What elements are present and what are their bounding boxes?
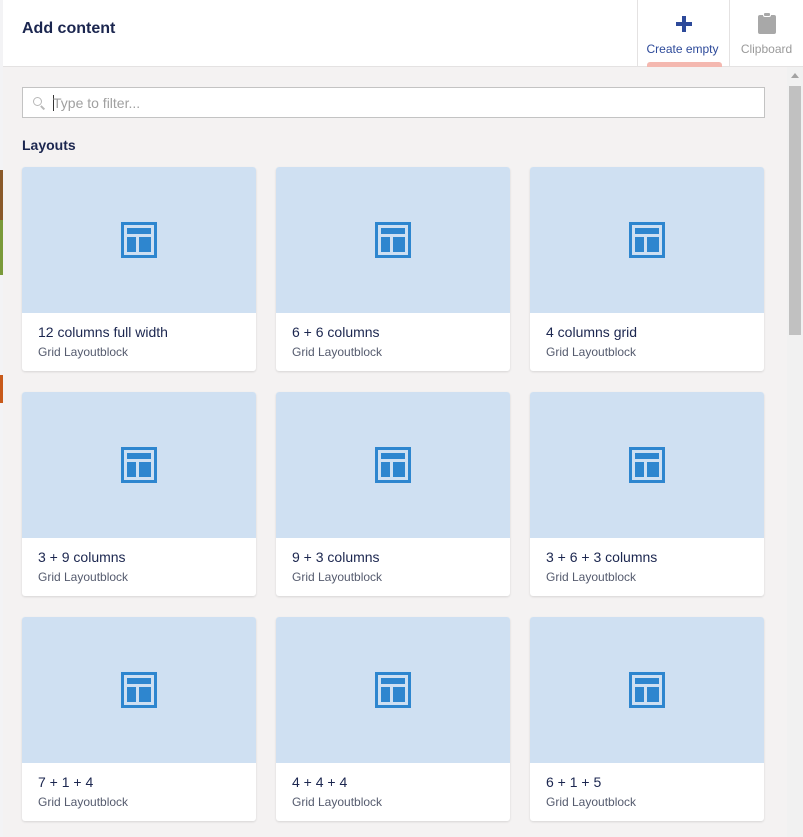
card-subtitle: Grid Layoutblock (292, 345, 383, 359)
clipboard-icon (758, 12, 776, 34)
card-title: 12 columns full width (38, 324, 168, 340)
active-tab-indicator (647, 62, 722, 67)
card-preview (22, 617, 256, 763)
card-preview (276, 617, 510, 763)
create-empty-button[interactable]: Create empty (637, 0, 727, 67)
card-subtitle: Grid Layoutblock (38, 345, 129, 359)
scrollbar-thumb[interactable] (789, 86, 801, 335)
layout-card[interactable]: 4 columns grid Grid Layoutblock (530, 167, 764, 371)
card-title: 6 + 6 columns (292, 324, 380, 340)
layout-icon (629, 222, 665, 258)
card-preview (276, 167, 510, 313)
card-preview (22, 167, 256, 313)
section-title-layouts: Layouts (22, 137, 76, 153)
card-title: 4 + 4 + 4 (292, 774, 348, 790)
layout-card[interactable]: 7 + 1 + 4 Grid Layoutblock (22, 617, 256, 821)
layout-icon (375, 222, 411, 258)
layout-card[interactable]: 3 + 9 columns Grid Layoutblock (22, 392, 256, 596)
layout-icon (121, 672, 157, 708)
card-preview (530, 617, 764, 763)
layout-icon (121, 222, 157, 258)
card-preview (530, 167, 764, 313)
card-preview (22, 392, 256, 538)
filter-box (22, 87, 765, 118)
layout-grid: 12 columns full width Grid Layoutblock 6… (22, 167, 766, 821)
clipboard-button[interactable]: Clipboard (729, 0, 803, 67)
layout-icon (375, 672, 411, 708)
card-subtitle: Grid Layoutblock (292, 795, 383, 809)
layout-card[interactable]: 9 + 3 columns Grid Layoutblock (276, 392, 510, 596)
card-title: 7 + 1 + 4 (38, 774, 94, 790)
layout-card[interactable]: 12 columns full width Grid Layoutblock (22, 167, 256, 371)
add-content-panel: Add content Create empty Clipboard Layou… (3, 0, 803, 837)
scroll-up-arrow-icon[interactable] (791, 73, 799, 78)
layout-card[interactable]: 6 + 6 columns Grid Layoutblock (276, 167, 510, 371)
card-subtitle: Grid Layoutblock (546, 570, 637, 584)
layout-card[interactable]: 3 + 6 + 3 columns Grid Layoutblock (530, 392, 764, 596)
card-title: 3 + 6 + 3 columns (546, 549, 658, 565)
layout-card[interactable]: 6 + 1 + 5 Grid Layoutblock (530, 617, 764, 821)
layout-icon (121, 447, 157, 483)
card-subtitle: Grid Layoutblock (546, 345, 637, 359)
panel-title: Add content (22, 20, 116, 37)
card-title: 9 + 3 columns (292, 549, 380, 565)
card-title: 4 columns grid (546, 324, 638, 340)
card-subtitle: Grid Layoutblock (292, 570, 383, 584)
layout-icon (629, 672, 665, 708)
panel-header: Add content Create empty Clipboard (3, 0, 803, 67)
create-empty-label: Create empty (646, 42, 719, 56)
card-subtitle: Grid Layoutblock (38, 795, 129, 809)
clipboard-label: Clipboard (740, 42, 793, 56)
search-icon (33, 97, 46, 110)
card-preview (530, 392, 764, 538)
card-title: 6 + 1 + 5 (546, 774, 602, 790)
layout-card[interactable]: 4 + 4 + 4 Grid Layoutblock (276, 617, 510, 821)
card-title: 3 + 9 columns (38, 549, 126, 565)
layout-icon (629, 447, 665, 483)
filter-input[interactable] (53, 88, 753, 117)
scrollbar[interactable] (787, 67, 803, 837)
card-preview (276, 392, 510, 538)
layout-icon (375, 447, 411, 483)
card-subtitle: Grid Layoutblock (38, 570, 129, 584)
card-subtitle: Grid Layoutblock (546, 795, 637, 809)
plus-icon (676, 16, 692, 32)
